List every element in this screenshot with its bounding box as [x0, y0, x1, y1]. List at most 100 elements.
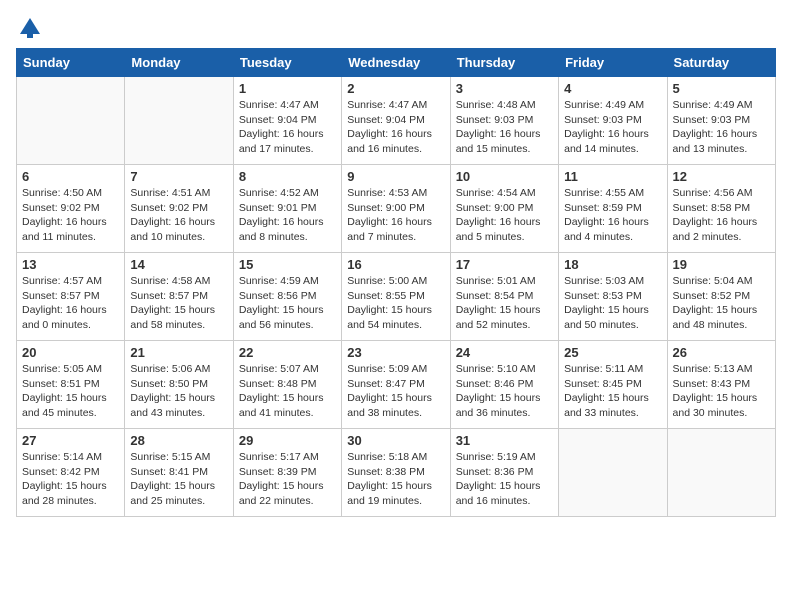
day-number: 6 — [22, 169, 119, 184]
calendar-cell: 25Sunrise: 5:11 AM Sunset: 8:45 PM Dayli… — [559, 341, 667, 429]
day-number: 13 — [22, 257, 119, 272]
day-number: 28 — [130, 433, 227, 448]
cell-content: Sunrise: 5:01 AM Sunset: 8:54 PM Dayligh… — [456, 274, 553, 333]
calendar-cell: 4 Sunrise: 4:49 AM Sunset: 9:03 PM Daylig… — [559, 77, 667, 165]
day-header-sunday: Sunday — [17, 49, 125, 77]
day-number: 20 — [22, 345, 119, 360]
cell-content: Sunrise: 5:03 AM Sunset: 8:53 PM Dayligh… — [564, 274, 661, 333]
cell-content: Sunrise: 4:49 AM Sunset: 9:03 PM Dayligh… — [673, 98, 770, 157]
day-number: 10 — [456, 169, 553, 184]
calendar-cell: 1 Sunrise: 4:47 AM Sunset: 9:04 PM Daylig… — [233, 77, 341, 165]
calendar-cell: 8 Sunrise: 4:52 AM Sunset: 9:01 PM Daylig… — [233, 165, 341, 253]
day-number: 30 — [347, 433, 444, 448]
calendar-cell: 31 Sunrise: 5:19 AM Sunset: 8:36 PM Dayli… — [450, 429, 558, 517]
calendar-cell: 16 Sunrise: 5:00 AM Sunset: 8:55 PM Dayli… — [342, 253, 450, 341]
day-number: 12 — [673, 169, 770, 184]
page-header — [16, 16, 776, 40]
cell-content: Sunrise: 4:47 AM Sunset: 9:04 PM Dayligh… — [239, 98, 336, 157]
day-number: 4 — [564, 81, 661, 96]
cell-content: Sunrise: 4:58 AM Sunset: 8:57 PM Dayligh… — [130, 274, 227, 333]
cell-content: Sunrise: 5:04 AM Sunset: 8:52 PM Dayligh… — [673, 274, 770, 333]
cell-content: Sunrise: 4:49 AM Sunset: 9:03 PM Dayligh… — [564, 98, 661, 157]
calendar-cell — [559, 429, 667, 517]
calendar-cell: 23 Sunrise: 5:09 AM Sunset: 8:47 PM Dayli… — [342, 341, 450, 429]
calendar-cell: 6 Sunrise: 4:50 AM Sunset: 9:02 PM Daylig… — [17, 165, 125, 253]
cell-content: Sunrise: 5:00 AM Sunset: 8:55 PM Dayligh… — [347, 274, 444, 333]
cell-content: Sunrise: 4:53 AM Sunset: 9:00 PM Dayligh… — [347, 186, 444, 245]
calendar-cell: 9 Sunrise: 4:53 AM Sunset: 9:00 PM Daylig… — [342, 165, 450, 253]
calendar-cell: 19 Sunrise: 5:04 AM Sunset: 8:52 PM Dayli… — [667, 253, 775, 341]
calendar-table: SundayMondayTuesdayWednesdayThursdayFrid… — [16, 48, 776, 517]
cell-content: Sunrise: 5:06 AM Sunset: 8:50 PM Dayligh… — [130, 362, 227, 421]
day-number: 25 — [564, 345, 661, 360]
calendar-cell: 21 Sunrise: 5:06 AM Sunset: 8:50 PM Dayli… — [125, 341, 233, 429]
day-number: 26 — [673, 345, 770, 360]
calendar-cell: 30Sunrise: 5:18 AM Sunset: 8:38 PM Dayli… — [342, 429, 450, 517]
day-number: 24 — [456, 345, 553, 360]
cell-content: Sunrise: 4:56 AM Sunset: 8:58 PM Dayligh… — [673, 186, 770, 245]
day-number: 17 — [456, 257, 553, 272]
day-number: 31 — [456, 433, 553, 448]
calendar-cell: 20 Sunrise: 5:05 AM Sunset: 8:51 PM Dayli… — [17, 341, 125, 429]
day-number: 22 — [239, 345, 336, 360]
day-header-thursday: Thursday — [450, 49, 558, 77]
day-number: 5 — [673, 81, 770, 96]
calendar-cell: 27Sunrise: 5:14 AM Sunset: 8:42 PM Dayli… — [17, 429, 125, 517]
day-number: 14 — [130, 257, 227, 272]
cell-content: Sunrise: 5:15 AM Sunset: 8:41 PM Dayligh… — [130, 450, 227, 509]
calendar-cell: 17 Sunrise: 5:01 AM Sunset: 8:54 PM Dayli… — [450, 253, 558, 341]
calendar-cell: 18 Sunrise: 5:03 AM Sunset: 8:53 PM Dayli… — [559, 253, 667, 341]
day-number: 2 — [347, 81, 444, 96]
calendar-cell: 13 Sunrise: 4:57 AM Sunset: 8:57 PM Dayli… — [17, 253, 125, 341]
day-header-saturday: Saturday — [667, 49, 775, 77]
day-number: 16 — [347, 257, 444, 272]
cell-content: Sunrise: 5:09 AM Sunset: 8:47 PM Dayligh… — [347, 362, 444, 421]
day-number: 19 — [673, 257, 770, 272]
day-number: 8 — [239, 169, 336, 184]
calendar-cell: 26 Sunrise: 5:13 AM Sunset: 8:43 PM Dayli… — [667, 341, 775, 429]
logo-icon — [18, 16, 42, 40]
calendar-cell: 28 Sunrise: 5:15 AM Sunset: 8:41 PM Dayli… — [125, 429, 233, 517]
day-header-wednesday: Wednesday — [342, 49, 450, 77]
calendar-cell: 2 Sunrise: 4:47 AM Sunset: 9:04 PM Daylig… — [342, 77, 450, 165]
day-number: 21 — [130, 345, 227, 360]
cell-content: Sunrise: 4:59 AM Sunset: 8:56 PM Dayligh… — [239, 274, 336, 333]
calendar-cell — [125, 77, 233, 165]
day-number: 15 — [239, 257, 336, 272]
cell-content: Sunrise: 4:54 AM Sunset: 9:00 PM Dayligh… — [456, 186, 553, 245]
calendar-cell: 24Sunrise: 5:10 AM Sunset: 8:46 PM Dayli… — [450, 341, 558, 429]
logo — [16, 16, 42, 40]
cell-content: Sunrise: 4:57 AM Sunset: 8:57 PM Dayligh… — [22, 274, 119, 333]
day-number: 18 — [564, 257, 661, 272]
calendar-cell: 7Sunrise: 4:51 AM Sunset: 9:02 PM Daylig… — [125, 165, 233, 253]
day-number: 29 — [239, 433, 336, 448]
cell-content: Sunrise: 4:48 AM Sunset: 9:03 PM Dayligh… — [456, 98, 553, 157]
calendar-cell: 12 Sunrise: 4:56 AM Sunset: 8:58 PM Dayli… — [667, 165, 775, 253]
day-number: 23 — [347, 345, 444, 360]
calendar-cell: 5 Sunrise: 4:49 AM Sunset: 9:03 PM Daylig… — [667, 77, 775, 165]
calendar-cell: 15 Sunrise: 4:59 AM Sunset: 8:56 PM Dayli… — [233, 253, 341, 341]
cell-content: Sunrise: 5:17 AM Sunset: 8:39 PM Dayligh… — [239, 450, 336, 509]
cell-content: Sunrise: 5:13 AM Sunset: 8:43 PM Dayligh… — [673, 362, 770, 421]
cell-content: Sunrise: 5:14 AM Sunset: 8:42 PM Dayligh… — [22, 450, 119, 509]
day-header-friday: Friday — [559, 49, 667, 77]
cell-content: Sunrise: 4:51 AM Sunset: 9:02 PM Dayligh… — [130, 186, 227, 245]
day-number: 3 — [456, 81, 553, 96]
day-header-tuesday: Tuesday — [233, 49, 341, 77]
cell-content: Sunrise: 4:47 AM Sunset: 9:04 PM Dayligh… — [347, 98, 444, 157]
day-number: 1 — [239, 81, 336, 96]
day-number: 11 — [564, 169, 661, 184]
cell-content: Sunrise: 4:50 AM Sunset: 9:02 PM Dayligh… — [22, 186, 119, 245]
cell-content: Sunrise: 4:55 AM Sunset: 8:59 PM Dayligh… — [564, 186, 661, 245]
calendar-cell: 11 Sunrise: 4:55 AM Sunset: 8:59 PM Dayli… — [559, 165, 667, 253]
cell-content: Sunrise: 5:05 AM Sunset: 8:51 PM Dayligh… — [22, 362, 119, 421]
calendar-cell: 14 Sunrise: 4:58 AM Sunset: 8:57 PM Dayli… — [125, 253, 233, 341]
cell-content: Sunrise: 5:19 AM Sunset: 8:36 PM Dayligh… — [456, 450, 553, 509]
cell-content: Sunrise: 4:52 AM Sunset: 9:01 PM Dayligh… — [239, 186, 336, 245]
day-number: 9 — [347, 169, 444, 184]
calendar-cell: 22Sunrise: 5:07 AM Sunset: 8:48 PM Dayli… — [233, 341, 341, 429]
day-header-monday: Monday — [125, 49, 233, 77]
calendar-cell: 29 Sunrise: 5:17 AM Sunset: 8:39 PM Dayli… — [233, 429, 341, 517]
calendar-cell — [17, 77, 125, 165]
calendar-cell — [667, 429, 775, 517]
